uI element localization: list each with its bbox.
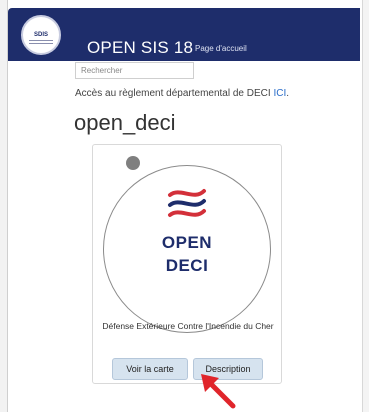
- regulation-link[interactable]: ICI: [273, 88, 286, 99]
- window-right-edge: [362, 0, 369, 412]
- app-brand-title[interactable]: OPEN SIS 18: [87, 38, 193, 58]
- sdis-logo-lines: [29, 40, 53, 48]
- access-notice-text: Accès au règlement départemental de DECI: [75, 88, 274, 99]
- access-notice-suffix: .: [286, 88, 289, 99]
- top-navbar: SDIS OPEN SIS 18 Page d'accueil: [8, 8, 360, 61]
- red-arrow-icon: [201, 374, 236, 409]
- ring-dot-icon: [126, 156, 140, 170]
- sdis-logo[interactable]: SDIS: [21, 15, 61, 55]
- access-notice: Accès au règlement départemental de DECI…: [75, 88, 289, 99]
- page-subtitle: Page d'accueil: [195, 44, 247, 53]
- app-description: Défense Extérieure Contre l'Incendie du …: [102, 321, 274, 331]
- search-input[interactable]: Rechercher: [75, 62, 194, 79]
- view-map-button[interactable]: Voir la carte: [112, 358, 188, 380]
- page-heading: open_deci: [74, 110, 176, 135]
- flame-icon: [168, 189, 206, 217]
- sdis-logo-text: SDIS: [33, 32, 48, 38]
- open-deci-logo-line1: OPEN: [161, 233, 213, 252]
- open-deci-logo-line2: DECI: [165, 256, 209, 275]
- window-left-edge: [0, 0, 8, 412]
